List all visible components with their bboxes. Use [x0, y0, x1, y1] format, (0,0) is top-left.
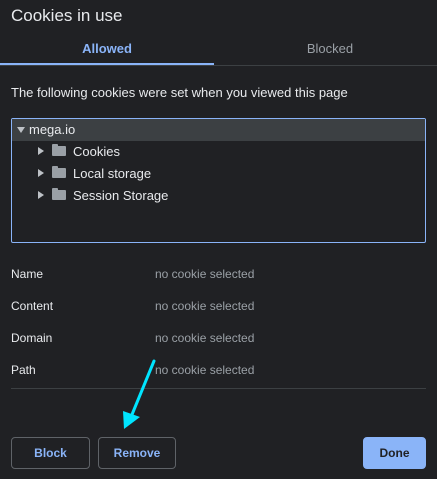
cookie-details: Name no cookie selected Content no cooki…: [11, 260, 426, 388]
detail-label: Domain: [11, 331, 53, 345]
detail-label: Path: [11, 363, 36, 377]
detail-value: no cookie selected: [155, 331, 255, 345]
detail-row-name: Name no cookie selected: [11, 260, 426, 292]
detail-row-domain: Domain no cookie selected: [11, 324, 426, 356]
intro-text: The following cookies were set when you …: [11, 85, 348, 100]
detail-label: Name: [11, 267, 44, 281]
triangle-down-icon[interactable]: [17, 127, 25, 133]
triangle-right-icon[interactable]: [38, 169, 44, 177]
triangle-right-icon[interactable]: [38, 191, 44, 199]
tree-item-cookies[interactable]: Cookies: [12, 141, 425, 163]
folder-icon: [52, 166, 66, 178]
tree-item-label: Session Storage: [73, 188, 169, 203]
tab-blocked[interactable]: Blocked: [223, 32, 437, 65]
tree-item-session-storage[interactable]: Session Storage: [12, 185, 425, 207]
tree-root-item[interactable]: mega.io: [12, 119, 425, 141]
tab-selected-indicator: [0, 63, 214, 65]
detail-value: no cookie selected: [155, 299, 255, 313]
done-button[interactable]: Done: [363, 437, 426, 469]
detail-label: Content: [11, 299, 54, 313]
tab-bar: Allowed Blocked: [0, 32, 437, 66]
cookie-tree[interactable]: mega.io Cookies Local storage Session St…: [11, 118, 426, 243]
detail-row-content: Content no cookie selected: [11, 292, 426, 324]
tree-root-label: mega.io: [29, 122, 76, 137]
detail-row-path: Path no cookie selected: [11, 356, 426, 388]
detail-value: no cookie selected: [155, 363, 255, 377]
divider: [11, 388, 426, 389]
tree-item-label: Local storage: [73, 166, 152, 181]
tree-item-local-storage[interactable]: Local storage: [12, 163, 425, 185]
detail-value: no cookie selected: [155, 267, 255, 281]
arrow-icon: [123, 359, 156, 429]
dialog-title: Cookies in use: [11, 6, 123, 25]
triangle-right-icon[interactable]: [38, 147, 44, 155]
tab-allowed[interactable]: Allowed: [0, 32, 214, 65]
folder-icon: [52, 188, 66, 200]
block-button[interactable]: Block: [11, 437, 90, 469]
folder-icon: [52, 144, 66, 156]
tree-item-label: Cookies: [73, 144, 120, 159]
remove-button[interactable]: Remove: [98, 437, 176, 469]
